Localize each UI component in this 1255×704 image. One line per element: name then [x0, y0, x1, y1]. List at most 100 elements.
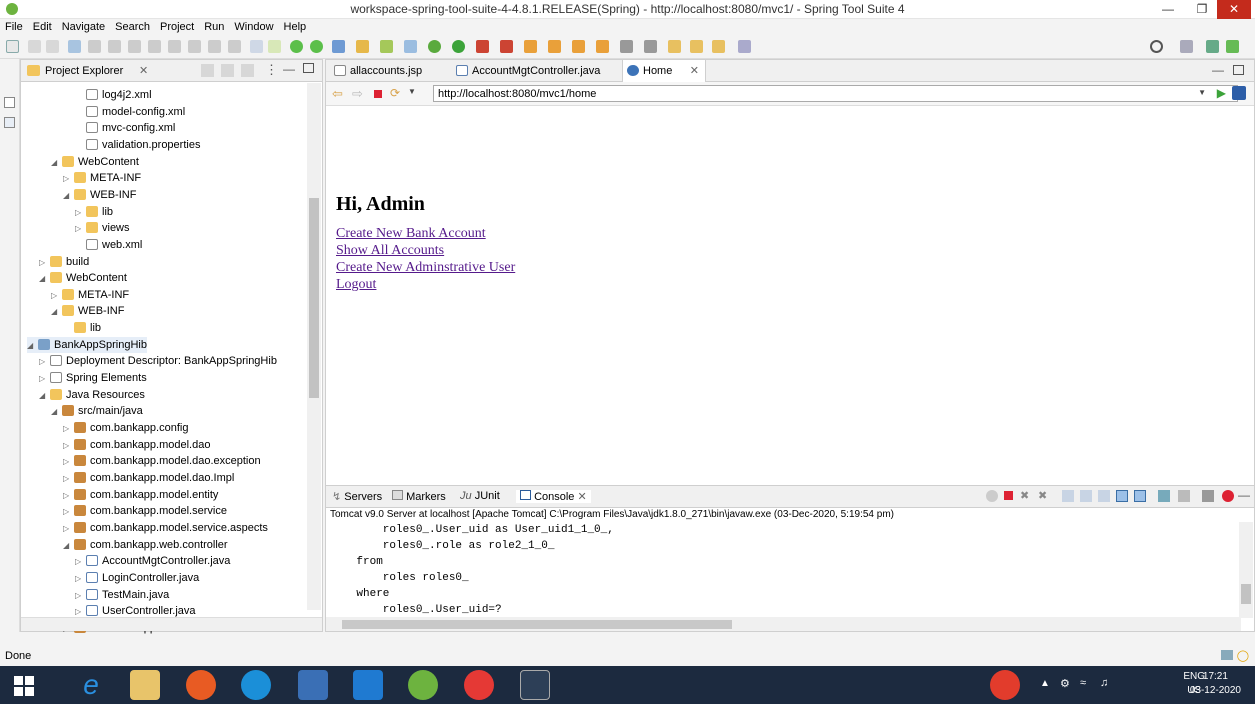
- task-list-icon[interactable]: [4, 117, 15, 128]
- go-icon[interactable]: ▶: [1217, 86, 1226, 100]
- tree-item[interactable]: ◢ BankAppSpringHib: [27, 336, 147, 353]
- open-external-browser-icon[interactable]: [1232, 86, 1246, 100]
- stop-all-icon[interactable]: [1222, 490, 1234, 502]
- step-return-icon[interactable]: [208, 40, 221, 53]
- console-horizontal-scrollbar[interactable]: [326, 617, 1241, 631]
- filter-icon[interactable]: [241, 64, 254, 77]
- expand-toggle-icon[interactable]: ▷: [63, 171, 71, 187]
- url-field[interactable]: [433, 85, 1238, 102]
- tree-item[interactable]: ◢ Java Resources: [39, 387, 145, 403]
- new-class-icon[interactable]: [380, 40, 393, 53]
- forward-arrow-icon[interactable]: ⇨: [352, 86, 363, 102]
- pin-console-icon[interactable]: [986, 490, 998, 502]
- tree-item[interactable]: mvc-config.xml: [75, 120, 175, 136]
- tree-item[interactable]: ▷ com.bankapp.model.service: [63, 503, 227, 519]
- tip-lightbulb-icon[interactable]: ◯: [1237, 649, 1249, 662]
- tab-accountmgtcontroller-java[interactable]: AccountMgtController.java: [452, 60, 618, 82]
- tree-item[interactable]: ▷ Deployment Descriptor: BankAppSpringHib: [39, 353, 277, 369]
- create-bank-account-link[interactable]: Create New Bank Account: [336, 226, 486, 242]
- last-edit-icon[interactable]: [668, 40, 681, 53]
- menu-window[interactable]: Window: [229, 19, 278, 33]
- tree-item[interactable]: ◢ com.bankapp.web.controller: [63, 537, 228, 553]
- tree-item[interactable]: ▷ AccountMgtController.java: [75, 553, 230, 569]
- expand-toggle-icon[interactable]: ◢: [39, 388, 47, 404]
- expand-toggle-icon[interactable]: ◢: [63, 538, 71, 554]
- show-stdout-icon[interactable]: [1116, 490, 1128, 502]
- tab-markers[interactable]: Markers: [392, 490, 446, 503]
- open-type-icon[interactable]: [404, 40, 417, 53]
- debug-icon[interactable]: [428, 40, 441, 53]
- logout-link[interactable]: Logout: [336, 277, 376, 293]
- explorer-vertical-scrollbar[interactable]: [307, 83, 321, 610]
- file-explorer-icon[interactable]: [130, 670, 160, 700]
- tree-item[interactable]: log4j2.xml: [75, 87, 152, 103]
- tree-item[interactable]: ▷ com.bankapp.model.service.aspects: [63, 520, 268, 536]
- tree-item[interactable]: ◢ WEB-INF: [51, 303, 124, 319]
- console-vertical-scrollbar[interactable]: [1239, 522, 1253, 618]
- view-menu-icon[interactable]: ⋮: [265, 62, 278, 78]
- console-scroll-thumb[interactable]: [1241, 584, 1251, 604]
- menu-navigate[interactable]: Navigate: [57, 19, 110, 33]
- menu-help[interactable]: Help: [279, 19, 312, 33]
- snipping-tool-icon[interactable]: [298, 670, 328, 700]
- step-into-icon[interactable]: [168, 40, 181, 53]
- terminal-icon[interactable]: [68, 40, 81, 53]
- expand-toggle-icon[interactable]: ▷: [63, 521, 71, 537]
- expand-toggle-icon[interactable]: ◢: [63, 188, 71, 204]
- expand-toggle-icon[interactable]: ▷: [63, 488, 71, 504]
- tab-console[interactable]: Console ✕: [516, 490, 591, 503]
- expand-toggle-icon[interactable]: ◢: [39, 271, 47, 287]
- close-button[interactable]: ✕: [1217, 0, 1251, 19]
- resume-icon[interactable]: [108, 40, 121, 53]
- console-hscroll-thumb[interactable]: [342, 620, 732, 629]
- terminate-icon[interactable]: [148, 40, 161, 53]
- tree-item[interactable]: ▷ Spring Elements: [39, 370, 147, 386]
- progress-icon[interactable]: [1221, 650, 1233, 660]
- word-wrap-icon[interactable]: [1098, 490, 1110, 502]
- open-perspective-icon[interactable]: [1180, 40, 1193, 53]
- tree-item[interactable]: ◢ src/main/java: [51, 403, 143, 419]
- expand-toggle-icon[interactable]: ▷: [75, 571, 83, 587]
- tree-item[interactable]: ◢ WebContent: [39, 270, 127, 286]
- expand-toggle-icon[interactable]: ▷: [51, 288, 59, 304]
- minimize-editor-icon[interactable]: —: [1212, 63, 1224, 77]
- expand-toggle-icon[interactable]: ▷: [75, 554, 83, 570]
- menu-search[interactable]: Search: [110, 19, 155, 33]
- spring-boot-icon[interactable]: [290, 40, 303, 53]
- minimize-console-icon[interactable]: —: [1238, 488, 1250, 502]
- tab-allaccounts-jsp[interactable]: allaccounts.jsp: [330, 60, 448, 82]
- step-over-icon[interactable]: [188, 40, 201, 53]
- scroll-lock-icon[interactable]: [1080, 490, 1092, 502]
- display-selected-console-icon[interactable]: [1178, 490, 1190, 502]
- remove-all-launches-icon[interactable]: ✖: [1038, 489, 1047, 502]
- suspend-icon[interactable]: [128, 40, 141, 53]
- browse-icon[interactable]: [596, 40, 609, 53]
- tree-item[interactable]: ▷ build: [39, 254, 89, 270]
- tree-item[interactable]: ▷ com.bankapp.model.dao.Impl: [63, 470, 234, 486]
- expand-toggle-icon[interactable]: ▷: [63, 421, 71, 437]
- next-annotation-icon[interactable]: [620, 40, 633, 53]
- server-icon[interactable]: [500, 40, 513, 53]
- tab-home[interactable]: Home ✕: [622, 60, 706, 82]
- save-icon[interactable]: [28, 40, 41, 53]
- windows-start-icon[interactable]: [8, 670, 42, 700]
- menu-file[interactable]: File: [0, 19, 28, 33]
- wifi-icon[interactable]: ≈: [1080, 677, 1086, 689]
- expand-toggle-icon[interactable]: ▷: [63, 438, 71, 454]
- menu-project[interactable]: Project: [155, 19, 199, 33]
- tree-item[interactable]: ◢ WEB-INF: [63, 187, 136, 203]
- expand-toggle-icon[interactable]: ▷: [63, 471, 71, 487]
- expand-toggle-icon[interactable]: ▷: [39, 255, 47, 271]
- expand-toggle-icon[interactable]: ▷: [63, 454, 71, 470]
- run-icon[interactable]: [452, 40, 465, 53]
- tree-item[interactable]: ◢ WebContent: [51, 154, 139, 170]
- show-all-accounts-link[interactable]: Show All Accounts: [336, 243, 444, 259]
- drop-frame-icon[interactable]: [228, 40, 241, 53]
- pin-editor-icon[interactable]: [738, 40, 751, 53]
- minimize-view-icon[interactable]: —: [283, 62, 295, 76]
- expand-toggle-icon[interactable]: ▷: [39, 354, 47, 370]
- use-step-filters-icon[interactable]: [250, 40, 263, 53]
- save-all-icon[interactable]: [46, 40, 59, 53]
- back-arrow-icon[interactable]: ⇦: [332, 86, 343, 102]
- create-admin-user-link[interactable]: Create New Adminstrative User: [336, 260, 515, 276]
